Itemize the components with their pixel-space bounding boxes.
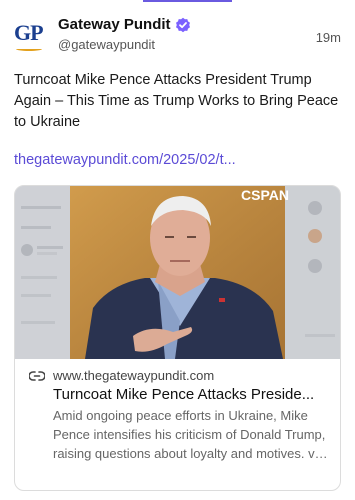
active-tab-indicator [143,0,232,2]
link-icon [29,370,45,381]
post-header: GP Gateway Pundit @gatewaypundit 19m [14,14,341,58]
card-meta: www.thegatewaypundit.com Turncoat Mike P… [29,368,330,463]
avatar[interactable]: GP [14,20,46,52]
link-preview-card[interactable]: CSPAN www.thegatewaypundit.com Turncoat … [14,185,341,491]
author-handle[interactable]: @gatewaypundit [58,37,191,52]
logo-swoosh [16,47,42,51]
video-still-image: CSPAN [15,186,340,359]
card-domain: www.thegatewaypundit.com [53,368,215,383]
channel-watermark: CSPAN [241,187,289,203]
card-title[interactable]: Turncoat Mike Pence Attacks Preside... [29,386,330,403]
author-info: Gateway Pundit @gatewaypundit [58,16,191,52]
card-image[interactable]: CSPAN [15,186,340,359]
post-timestamp[interactable]: 19m [316,30,341,45]
avatar-logo-text: GP [14,20,44,45]
verified-badge-icon [175,17,190,32]
post-link[interactable]: thegatewaypundit.com/2025/02/t... [14,152,236,168]
post-body-text: Turncoat Mike Pence Attacks President Tr… [14,72,339,130]
author-name[interactable]: Gateway Pundit [58,16,171,33]
card-description: Amid ongoing peace efforts in Ukraine, M… [53,408,326,461]
